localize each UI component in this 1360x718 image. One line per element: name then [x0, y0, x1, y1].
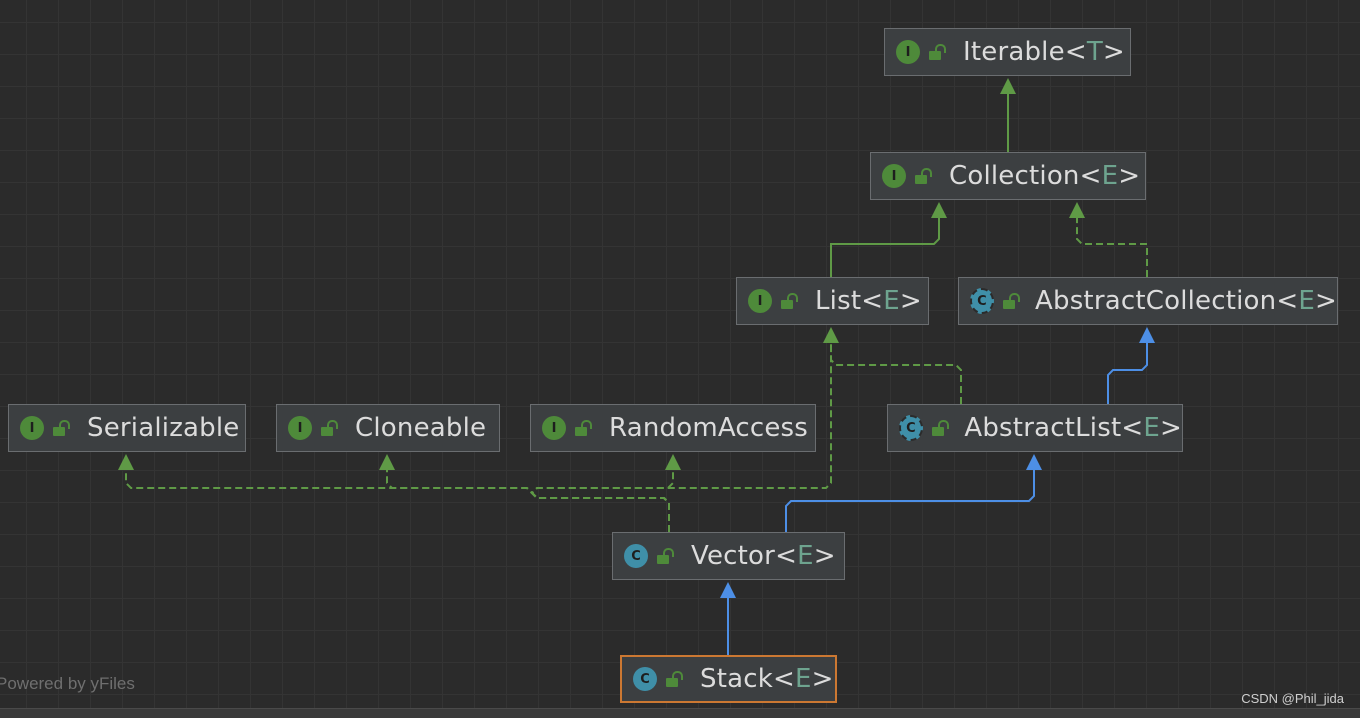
edge-list-collection	[830, 204, 940, 277]
node-label: RandomAccess	[609, 413, 809, 443]
public-lock-icon	[931, 420, 946, 436]
node-serializable[interactable]: I Serializable	[8, 404, 246, 452]
arrowhead	[118, 454, 134, 470]
interface-icon: I	[288, 416, 312, 440]
node-label: Vector<E>	[691, 541, 836, 571]
node-label: Cloneable	[355, 413, 487, 443]
bottom-scrollbar[interactable]	[0, 708, 1360, 718]
class-icon: C	[624, 544, 648, 568]
node-vector[interactable]: C Vector<E>	[612, 532, 845, 580]
public-lock-icon	[53, 420, 69, 436]
powered-by-label: Powered by yFiles	[0, 674, 135, 693]
public-lock-icon	[929, 44, 945, 60]
arrowhead	[1139, 327, 1155, 343]
node-label: List<E>	[815, 286, 922, 316]
node-label: Iterable<T>	[963, 37, 1125, 67]
arrowhead	[665, 454, 681, 470]
arrowhead	[1069, 202, 1085, 218]
abstract-class-icon: C	[970, 288, 994, 314]
watermark: CSDN @Phil_jida	[1241, 691, 1344, 706]
public-lock-icon	[575, 420, 591, 436]
interface-icon: I	[882, 164, 906, 188]
arrowhead	[931, 202, 947, 218]
node-label: Collection<E>	[949, 161, 1141, 191]
public-lock-icon	[657, 548, 673, 564]
node-random-access[interactable]: I RandomAccess	[530, 404, 816, 452]
edge-vector-randomaccess	[530, 456, 674, 532]
node-stack[interactable]: C Stack<E>	[620, 655, 837, 703]
arrowhead	[720, 582, 736, 598]
interface-icon: I	[20, 416, 44, 440]
interface-icon: I	[542, 416, 566, 440]
arrowhead	[823, 327, 839, 343]
node-list[interactable]: I List<E>	[736, 277, 929, 325]
node-label: Stack<E>	[700, 664, 834, 694]
node-cloneable[interactable]: I Cloneable	[276, 404, 500, 452]
node-abstract-list[interactable]: C AbstractList<E>	[887, 404, 1183, 452]
edge-layer	[118, 78, 1155, 655]
public-lock-icon	[321, 420, 337, 436]
class-icon: C	[633, 667, 657, 691]
public-lock-icon	[666, 671, 682, 687]
node-abstract-collection[interactable]: C AbstractCollection<E>	[958, 277, 1338, 325]
interface-icon: I	[896, 40, 920, 64]
arrowhead	[1026, 454, 1042, 470]
edge-abstractlist-list	[830, 329, 962, 404]
node-label: Serializable	[87, 413, 240, 443]
edge-vector-serializable	[125, 456, 670, 532]
arrowhead	[379, 454, 395, 470]
edge-vector-abstractlist	[785, 456, 1035, 532]
arrowhead	[1000, 78, 1016, 94]
edge-abstractcollection-collection	[1076, 204, 1148, 277]
node-label: AbstractCollection<E>	[1035, 286, 1337, 316]
node-label: AbstractList<E>	[964, 413, 1182, 443]
abstract-class-icon: C	[899, 415, 923, 441]
node-collection[interactable]: I Collection<E>	[870, 152, 1146, 200]
node-iterable[interactable]: I Iterable<T>	[884, 28, 1131, 76]
public-lock-icon	[915, 168, 931, 184]
edge-vector-cloneable	[386, 456, 670, 532]
interface-icon: I	[748, 289, 772, 313]
public-lock-icon	[781, 293, 797, 309]
public-lock-icon	[1002, 293, 1017, 309]
